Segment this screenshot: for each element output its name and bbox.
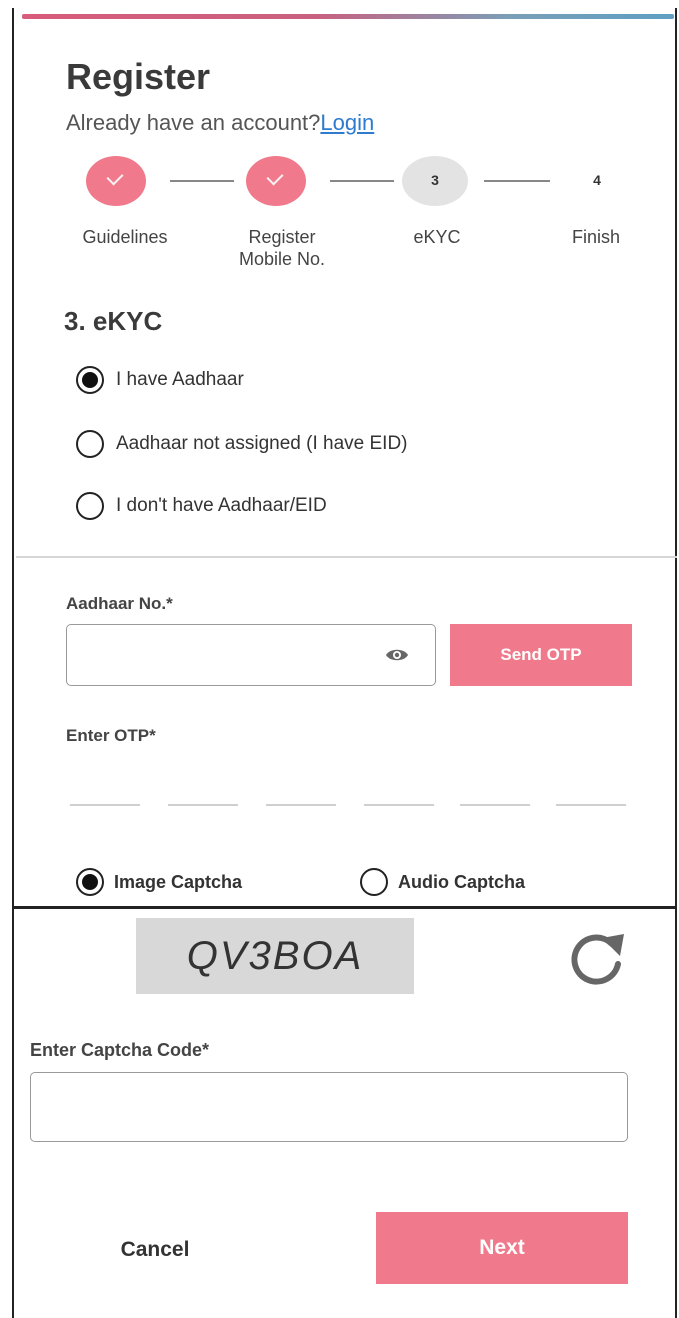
radio-button[interactable] [360,868,388,896]
step-2-circle [246,156,306,206]
radio-label: I have Aadhaar [116,369,244,390]
radio-label: Audio Captcha [398,871,526,892]
refresh-icon[interactable] [566,928,628,986]
radio-have-aadhaar[interactable]: I have Aadhaar [76,366,244,394]
section-title: 3. eKYC [64,306,163,336]
otp-label: Enter OTP* [66,726,156,745]
checkmark-icon [266,168,284,186]
radio-no-aadhaar[interactable]: I don't have Aadhaar/EID [76,492,327,520]
step-3-circle: 3 [402,156,468,206]
otp-digit[interactable] [168,804,238,806]
otp-digit[interactable] [460,804,530,806]
otp-digit[interactable] [70,804,140,806]
radio-audio-captcha[interactable]: Audio Captcha [360,868,525,896]
captcha-field[interactable] [30,1072,628,1142]
radio-button[interactable] [76,492,104,520]
step-2-label: Register Mobile No. [238,227,326,269]
captcha-image: QV3BOA [136,918,414,994]
step-4-label: Finish [571,227,620,247]
checkmark-icon [106,168,124,186]
aadhaar-label: Aadhaar No.* [66,594,173,613]
step-connector [170,180,234,182]
captcha-code: QV3BOA [186,933,364,978]
section-divider [16,556,677,558]
radio-button[interactable] [76,430,104,458]
cancel-button[interactable]: Cancel [100,1228,210,1272]
aadhaar-field[interactable] [66,624,436,686]
radio-button-selected[interactable] [76,868,104,896]
send-otp-button[interactable]: Send OTP [450,624,632,686]
step-1-label: Guidelines [82,227,168,247]
radio-label: Image Captcha [114,871,243,892]
step-connector [484,180,550,182]
radio-image-captcha[interactable]: Image Captcha [76,868,242,896]
captcha-input-label: Enter Captcha Code* [30,1040,210,1060]
form-panel-top [12,8,677,910]
radio-label: Aadhaar not assigned (I have EID) [116,433,408,454]
page-title: Register [66,56,211,97]
radio-label: I don't have Aadhaar/EID [116,495,327,516]
otp-digit[interactable] [364,804,434,806]
login-link[interactable]: Login [320,110,374,135]
login-prompt: Already have an account?Login [66,110,374,136]
captcha-input[interactable] [31,1073,532,1141]
step-3-number: 3 [431,172,439,188]
otp-digit[interactable] [266,804,336,806]
radio-aadhaar-not-assigned[interactable]: Aadhaar not assigned (I have EID) [76,430,408,458]
next-button[interactable]: Next [376,1212,628,1284]
step-connector [330,180,394,182]
step-3-label: eKYC [413,227,461,247]
login-prompt-text: Already have an account? [66,110,321,135]
otp-digit[interactable] [556,804,626,806]
step-1-circle [86,156,146,206]
radio-button-selected[interactable] [76,366,104,394]
eye-icon[interactable] [385,647,409,663]
aadhaar-input[interactable] [67,625,386,685]
step-4-number: 4 [593,172,601,188]
